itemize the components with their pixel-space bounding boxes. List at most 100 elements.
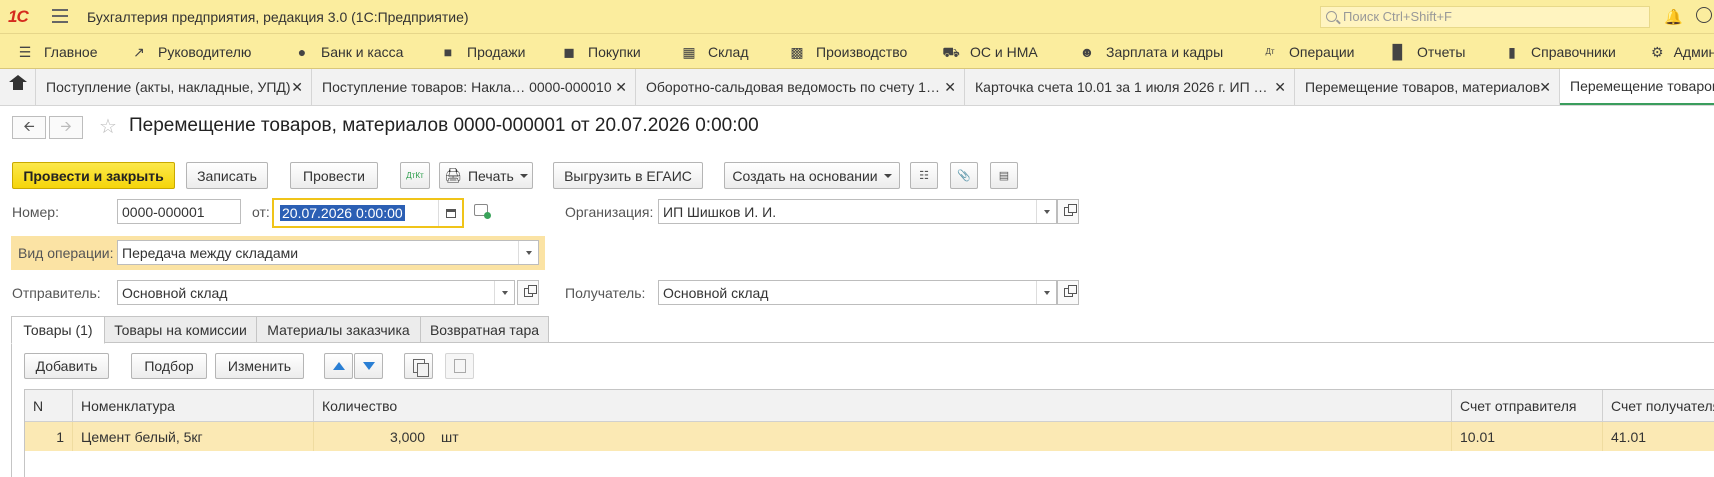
dt-kt-icon[interactable]: ДтКт <box>400 162 430 189</box>
dropdown-icon[interactable] <box>1036 281 1056 304</box>
create-based-on-button[interactable]: Создать на основании <box>724 162 900 189</box>
close-icon[interactable]: ✕ <box>944 79 956 96</box>
paste-icon <box>453 359 466 373</box>
warehouse-icon: ▦ <box>682 43 696 60</box>
section-directories[interactable]: ▮ Справочники <box>1503 34 1616 69</box>
section-purchases[interactable]: ◼ Покупки <box>560 34 640 69</box>
section-production[interactable]: ▩ Производство <box>788 34 907 69</box>
close-icon[interactable]: ✕ <box>1539 79 1551 96</box>
copy-button[interactable] <box>404 353 433 379</box>
dropdown-icon[interactable] <box>518 241 538 264</box>
paste-button[interactable] <box>445 353 474 379</box>
back-button[interactable]: 🡨 <box>12 116 46 139</box>
section-operations[interactable]: Дт Операции <box>1261 34 1354 69</box>
post-and-close-button[interactable]: Провести и закрыть <box>12 162 175 189</box>
gear-icon: ⚙ <box>1651 43 1664 60</box>
history-icon[interactable] <box>1696 7 1712 23</box>
move-down-button[interactable] <box>354 353 383 379</box>
open-icon <box>1063 285 1077 297</box>
home-icon <box>8 75 27 93</box>
move-up-button[interactable] <box>324 353 353 379</box>
forward-button[interactable]: 🡪 <box>49 116 83 139</box>
arrow-down-icon <box>362 362 375 370</box>
tab-goods-commission[interactable]: Товары на комиссии <box>104 316 257 343</box>
structure-button[interactable]: ☷ <box>910 162 938 189</box>
dropdown-icon[interactable] <box>1036 200 1056 223</box>
date-field[interactable]: 20.07.2026 0:00:00 <box>272 198 464 228</box>
operation-type-label: Вид операции: <box>18 245 114 261</box>
organization-field[interactable]: ИП Шишков И. И. <box>658 199 1057 224</box>
dropdown-icon[interactable] <box>494 281 514 304</box>
open-tabs-bar: Поступление (акты, накладные, УПД) ✕ Пост… <box>0 69 1714 106</box>
tab-turnover-sheet[interactable]: Оборотно-сальдовая ведомость по счету 1…… <box>636 69 965 105</box>
open-receiver-button[interactable] <box>1057 280 1079 305</box>
tab-receipt-doc[interactable]: Поступление товаров: Накла… 0000-000010 ✕ <box>312 69 636 105</box>
date-value: 20.07.2026 0:00:00 <box>280 205 405 221</box>
favorite-star-icon[interactable]: ☆ <box>99 114 117 139</box>
column-header-qty[interactable]: Количество <box>314 390 1452 422</box>
tab-transfer-doc[interactable]: Перемещение товаров, материалов 0000-000… <box>1560 69 1714 105</box>
number-field[interactable]: 0000-000001 <box>117 199 241 224</box>
cell-acc-to[interactable]: 41.01 <box>1603 422 1714 451</box>
post-button[interactable]: Провести <box>290 162 378 189</box>
close-icon[interactable]: ✕ <box>291 79 303 96</box>
section-admin[interactable]: ⚙Администрирование <box>1651 34 1714 69</box>
cell-unit[interactable]: шт <box>433 422 1452 451</box>
column-header-n[interactable]: N <box>25 390 73 422</box>
status-dot-icon <box>484 212 491 219</box>
section-main[interactable]: ☰ Главное <box>16 34 98 69</box>
cell-n[interactable]: 1 <box>25 422 73 451</box>
pick-button[interactable]: Подбор <box>131 353 207 379</box>
open-organization-button[interactable] <box>1057 199 1079 224</box>
close-icon[interactable]: ✕ <box>1274 79 1286 96</box>
menu-lines-icon: ☰ <box>18 43 32 60</box>
tab-account-card[interactable]: Карточка счета 10.01 за 1 июля 2026 г. И… <box>965 69 1295 105</box>
dt-kt-icon: Дт <box>1265 46 1275 56</box>
search-input[interactable]: Поиск Ctrl+Shift+F <box>1320 6 1650 28</box>
sender-field[interactable]: Основной склад <box>117 280 515 305</box>
section-warehouse[interactable]: ▦ Склад <box>680 34 748 69</box>
tab-goods[interactable]: Товары (1) <box>11 316 105 344</box>
home-tab[interactable] <box>0 69 36 105</box>
tab-customer-materials[interactable]: Материалы заказчика <box>256 316 421 343</box>
egais-export-button[interactable]: Выгрузить в ЕГАИС <box>553 162 703 189</box>
arrow-left-icon: 🡨 <box>23 117 35 134</box>
section-salary[interactable]: ☻ Зарплата и кадры <box>1078 34 1224 69</box>
tab-receipts-list[interactable]: Поступление (акты, накладные, УПД) ✕ <box>36 69 312 105</box>
bag-icon: ■ <box>443 43 453 60</box>
open-icon <box>523 285 537 297</box>
attach-button[interactable]: 📎 <box>950 162 978 189</box>
edit-button[interactable]: Изменить <box>215 353 304 379</box>
tab-transfers-list[interactable]: Перемещение товаров, материалов ✕ <box>1295 69 1560 105</box>
bar-chart-icon: ▉ <box>1392 43 1404 60</box>
section-fixed-assets[interactable]: ⛟ ОС и НМА <box>942 34 1038 69</box>
list-doc-icon: ▤ <box>998 170 1010 182</box>
section-reports[interactable]: ▉ Отчеты <box>1389 34 1466 69</box>
copy-icon <box>412 359 429 377</box>
bell-icon[interactable]: 🔔 <box>1664 8 1683 26</box>
chevron-down-icon <box>883 173 892 178</box>
tab-returnable-containers[interactable]: Возвратная тара <box>420 316 549 343</box>
section-bank[interactable]: ● Банк и касса <box>293 34 404 69</box>
hamburger-icon[interactable] <box>52 9 68 23</box>
operation-type-field[interactable]: Передача между складами <box>117 240 539 265</box>
cell-item[interactable]: Цемент белый, 5кг <box>73 422 314 451</box>
column-header-acc-from[interactable]: Счет отправителя <box>1452 390 1603 422</box>
receiver-field[interactable]: Основной склад <box>658 280 1057 305</box>
close-icon[interactable]: ✕ <box>615 79 627 96</box>
save-button[interactable]: Записать <box>186 162 268 189</box>
report-button[interactable]: ▤ <box>990 162 1018 189</box>
cell-qty[interactable]: 3,000 <box>314 422 433 451</box>
table-row[interactable]: 1 Цемент белый, 5кг 3,000 шт 10.01 41.01 <box>25 422 1714 451</box>
arrow-up-icon <box>332 362 345 370</box>
section-sales[interactable]: ■ Продажи <box>439 34 526 69</box>
column-header-acc-to[interactable]: Счет получателя <box>1603 390 1714 422</box>
section-manager[interactable]: ↗ Руководителю <box>130 34 251 69</box>
open-sender-button[interactable] <box>517 280 539 305</box>
search-icon <box>1326 11 1337 22</box>
column-header-item[interactable]: Номенклатура <box>73 390 314 422</box>
add-row-button[interactable]: Добавить <box>24 353 109 379</box>
calendar-icon[interactable] <box>438 200 462 226</box>
print-button[interactable]: 🖨 Печать <box>439 162 533 189</box>
cell-acc-from[interactable]: 10.01 <box>1452 422 1603 451</box>
